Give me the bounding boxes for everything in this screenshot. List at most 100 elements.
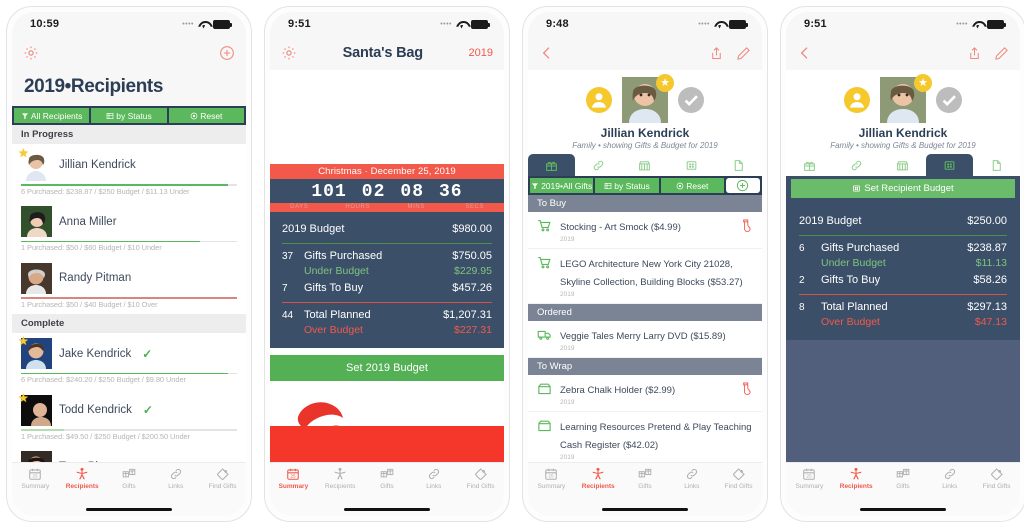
recipient-profile-header: ★ Jillian Kendrick Family • showing Gift… xyxy=(786,70,1020,154)
recipients-list[interactable]: In Progress ★ Jillian Kendrick 6 Purchas… xyxy=(12,125,246,462)
share-icon[interactable] xyxy=(709,46,724,61)
cellular-icon: •••• xyxy=(956,20,968,28)
tab-gifts[interactable]: Gifts xyxy=(622,467,669,490)
budget-grid-icon xyxy=(944,160,955,170)
list-item[interactable]: Veggie Tales Merry Larry DVD ($15.89) 20… xyxy=(528,321,762,358)
filter-all-gifts-button[interactable]: 2019•All Gifts xyxy=(530,178,594,193)
segment-links[interactable] xyxy=(833,154,880,176)
filter-by-status-button[interactable]: by Status xyxy=(91,108,167,123)
segment-links[interactable] xyxy=(575,154,622,176)
tab-gifts[interactable]: Gifts xyxy=(364,467,411,490)
tab-summary[interactable]: 25 Summary xyxy=(786,467,833,490)
list-item[interactable]: ★ Jake Kendrick ✓ 6 Purchased: $240.20 /… xyxy=(12,332,246,389)
set-budget-button[interactable]: Set 2019 Budget xyxy=(270,355,504,381)
share-icon[interactable] xyxy=(967,46,982,61)
to-buy-value: $58.26 xyxy=(973,274,1007,286)
segment-budget[interactable] xyxy=(668,154,715,176)
segment-gifts[interactable] xyxy=(528,154,575,176)
tab-find-gifts[interactable]: Find Gifts xyxy=(457,467,504,490)
segment-store[interactable] xyxy=(622,154,669,176)
segment-notes[interactable] xyxy=(715,154,762,176)
list-item[interactable]: ★ Jillian Kendrick 6 Purchased: $238.87 … xyxy=(12,144,246,201)
list-item[interactable]: Stocking - Art Smock ($4.99) 2019 xyxy=(528,212,762,249)
avatar xyxy=(21,206,52,237)
tab-links[interactable]: Links xyxy=(410,467,457,490)
tab-recipients[interactable]: Recipients xyxy=(575,467,622,490)
pencil-icon[interactable] xyxy=(736,46,751,61)
filter-reset-button[interactable]: Reset xyxy=(660,178,724,193)
cart-icon xyxy=(537,217,553,233)
wifi-icon xyxy=(714,20,725,29)
plus-circle-icon[interactable] xyxy=(219,45,235,61)
avatar[interactable]: ★ xyxy=(622,74,674,123)
home-indicator xyxy=(786,502,1020,516)
list-item[interactable]: ★ Todd Kendrick ✓ 1 Purchased: $49.50 / … xyxy=(12,389,246,446)
filter-all-gifts-label: 2019•All Gifts xyxy=(541,180,593,191)
recipient-meta: 1 Purchased: $50 / $40 Budget / $10 Over xyxy=(21,299,158,309)
tab-recipients[interactable]: Recipients xyxy=(833,467,880,490)
gear-icon[interactable] xyxy=(23,45,39,61)
avatar[interactable]: ★ xyxy=(880,74,932,123)
tab-gifts[interactable]: Gifts xyxy=(880,467,927,490)
person-circle-icon[interactable] xyxy=(586,87,612,113)
tab-find-gifts-label: Find Gifts xyxy=(208,483,237,490)
tab-gifts-label: Gifts xyxy=(380,483,394,490)
gift-name: LEGO Architecture New York City 21028, S… xyxy=(560,259,743,288)
segment-notes[interactable] xyxy=(973,154,1020,176)
tab-links[interactable]: Links xyxy=(152,467,199,490)
chevron-left-icon[interactable] xyxy=(539,45,555,61)
pencil-icon[interactable] xyxy=(994,46,1009,61)
segment-gifts[interactable] xyxy=(786,154,833,176)
budget-total-value: $250.00 xyxy=(967,215,1007,227)
check-circle-icon[interactable] xyxy=(936,87,962,113)
gear-icon[interactable] xyxy=(281,45,297,61)
list-item[interactable]: Randy Pitman 1 Purchased: $50 / $40 Budg… xyxy=(12,257,246,314)
tag-icon xyxy=(216,468,229,480)
tab-gifts[interactable]: Gifts xyxy=(106,467,153,490)
status-bar: 9:48 •••• xyxy=(528,12,762,36)
tab-find-gifts[interactable]: Find Gifts xyxy=(199,467,246,490)
tab-links[interactable]: Links xyxy=(926,467,973,490)
add-gift-button[interactable] xyxy=(725,178,760,193)
filter-toolbar: All Recipients by Status Reset xyxy=(12,106,246,125)
check-circle-icon[interactable] xyxy=(678,87,704,113)
filter-reset-label: Reset xyxy=(686,180,709,191)
tab-links[interactable]: Links xyxy=(668,467,715,490)
filter-toolbar: 2019•All Gifts by Status Reset xyxy=(528,176,762,195)
tab-summary[interactable]: 25 Summary xyxy=(528,467,575,490)
person-icon xyxy=(76,467,88,480)
tab-gifts-label: Gifts xyxy=(122,483,136,490)
home-indicator xyxy=(270,502,504,516)
tab-summary[interactable]: 25 Summary xyxy=(270,467,317,490)
list-item[interactable]: Zebra Chalk Holder ($2.99) 2019 xyxy=(528,375,762,412)
filter-by-status-button[interactable]: by Status xyxy=(595,178,659,193)
list-item[interactable]: Learning Resources Pretend & Play Teachi… xyxy=(528,412,762,462)
list-item[interactable]: Terry Pitman ✓ 3 Purchased: $49.50 / $40… xyxy=(12,445,246,462)
gift-year: 2019 xyxy=(560,454,575,461)
gift-list[interactable]: To Buy Stocking - Art Smock ($4.99) 2019 xyxy=(528,195,762,462)
recipient-meta: 1 Purchased: $49.50 / $250 Budget / $200… xyxy=(21,431,190,441)
list-item[interactable]: LEGO Architecture New York City 21028, S… xyxy=(528,249,762,304)
total-planned-label: Total Planned xyxy=(304,309,371,321)
tab-find-gifts[interactable]: Find Gifts xyxy=(973,467,1020,490)
gifts-icon xyxy=(638,468,652,478)
chevron-left-icon[interactable] xyxy=(797,45,813,61)
segment-budget[interactable] xyxy=(926,154,974,176)
year-button[interactable]: 2019 xyxy=(469,47,493,59)
filter-reset-button[interactable]: Reset xyxy=(168,108,244,123)
segment-store[interactable] xyxy=(880,154,927,176)
tab-find-gifts[interactable]: Find Gifts xyxy=(715,467,762,490)
tab-summary[interactable]: 25 Summary xyxy=(12,467,59,490)
status-time: 9:51 xyxy=(288,18,311,30)
star-icon: ★ xyxy=(914,74,932,92)
set-recipient-budget-button[interactable]: Set Recipient Budget xyxy=(791,179,1015,198)
filter-all-recipients-button[interactable]: All Recipients xyxy=(14,108,90,123)
under-budget-value: $11.13 xyxy=(975,257,1007,269)
svg-text:25: 25 xyxy=(291,474,297,479)
list-item[interactable]: Anna Miller 1 Purchased: $50 / $60 Budge… xyxy=(12,200,246,257)
tab-recipients[interactable]: Recipients xyxy=(59,467,106,490)
person-circle-icon[interactable] xyxy=(844,87,870,113)
over-budget-value: $227.31 xyxy=(454,324,492,336)
unit-days: DAYS xyxy=(290,204,309,210)
tab-recipients[interactable]: Recipients xyxy=(317,467,364,490)
